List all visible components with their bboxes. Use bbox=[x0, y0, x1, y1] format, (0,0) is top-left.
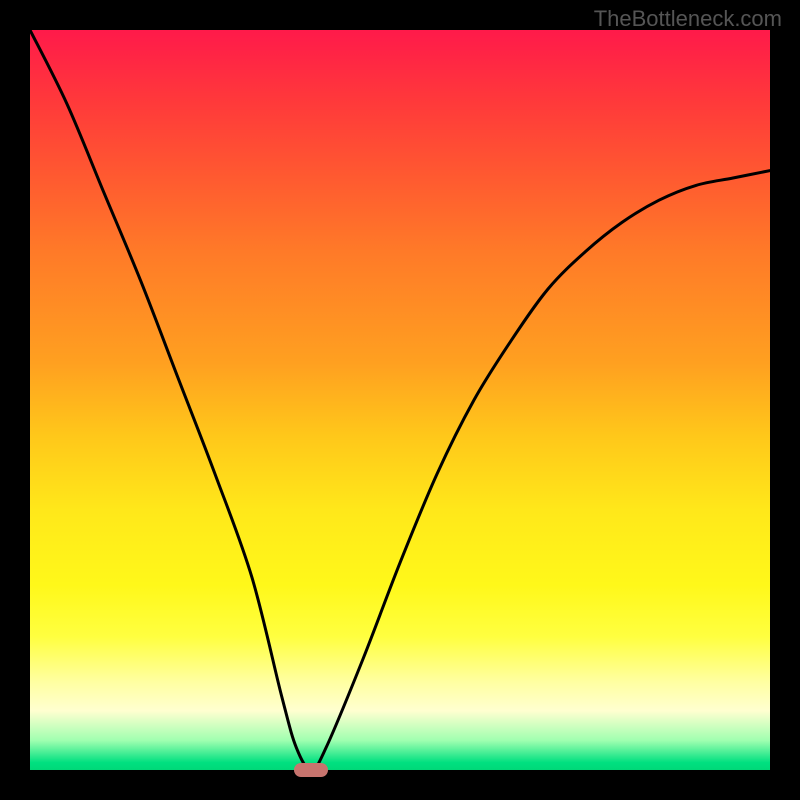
chart-container: TheBottleneck.com bbox=[0, 0, 800, 800]
bottleneck-curve bbox=[30, 30, 770, 770]
plot-area bbox=[30, 30, 770, 770]
watermark-text: TheBottleneck.com bbox=[594, 6, 782, 32]
optimal-marker bbox=[294, 763, 328, 777]
